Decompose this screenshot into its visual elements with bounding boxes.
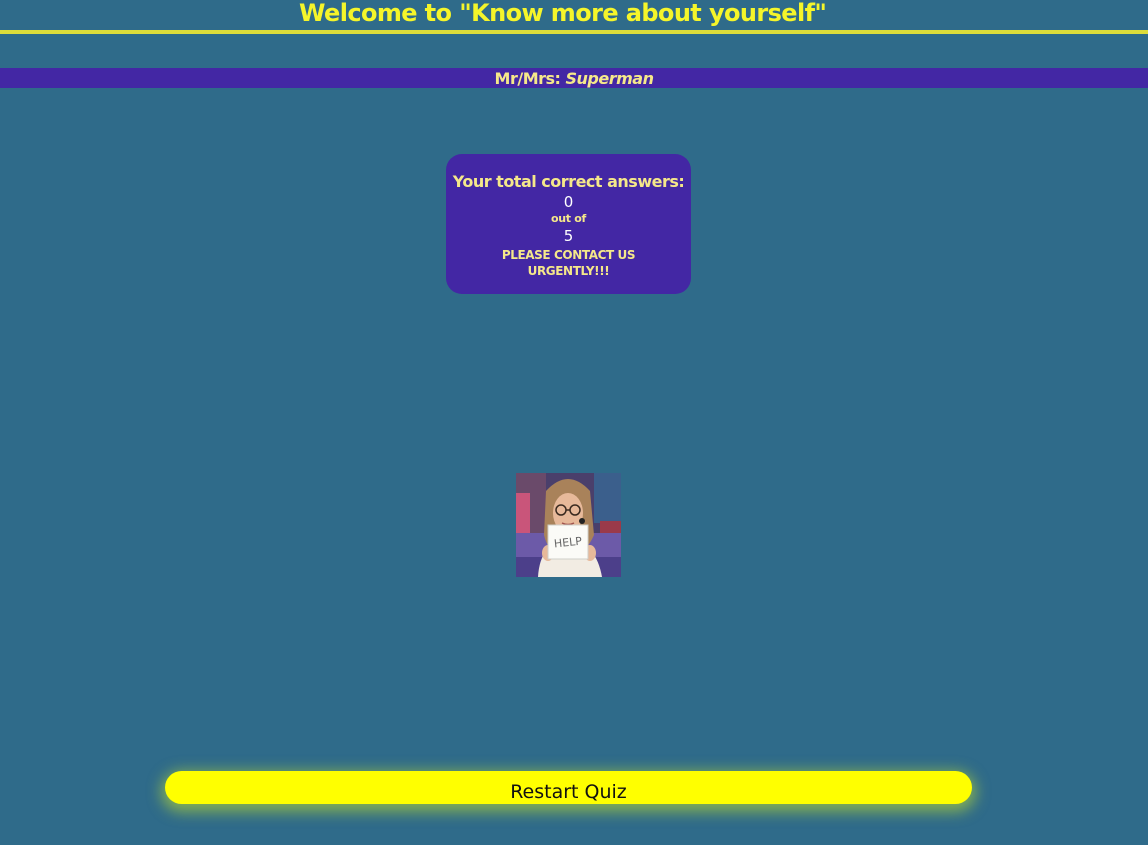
user-bar: Mr/Mrs: Superman [0,68,1148,88]
page-title: Welcome to "Know more about yourself" [299,0,827,27]
user-prefix: Mr/Mrs: [494,69,561,88]
result-message: PLEASE CONTACT US URGENTLY!!! [501,248,636,278]
score-heading: Your total correct answers: [452,172,685,191]
out-of-label: out of [550,212,587,225]
quiz-result-page: Welcome to "Know more about yourself" Mr… [0,0,1148,845]
correct-count: 0 [563,193,574,211]
help-sign-image: HELP [516,473,621,577]
score-card: Your total correct answers: 0 out of 5 P… [446,154,691,294]
restart-quiz-button[interactable]: Restart Quiz [165,771,972,804]
user-name: Superman [565,69,654,88]
total-count: 5 [563,227,574,245]
title-divider [0,30,1148,34]
